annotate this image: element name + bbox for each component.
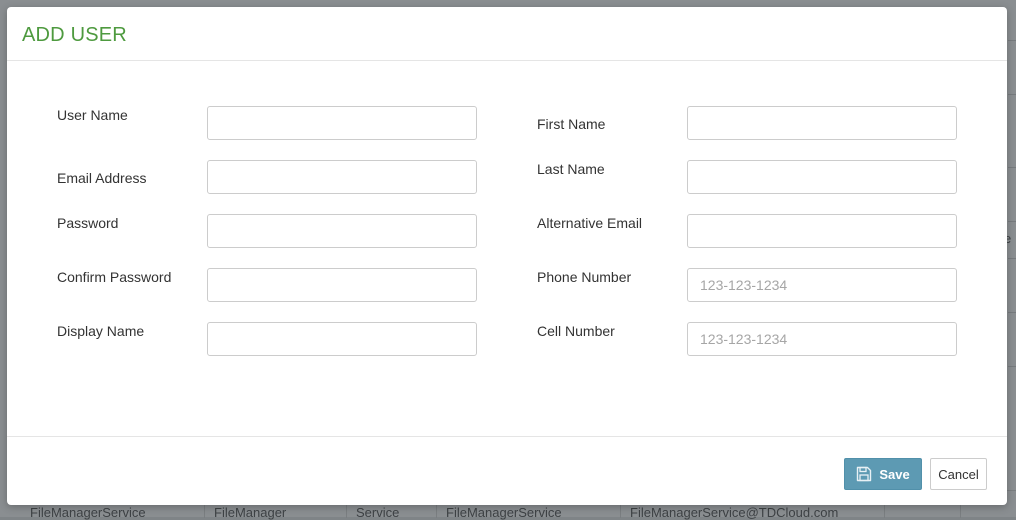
user-name-label: User Name [57,107,128,123]
cancel-button[interactable]: Cancel [930,458,987,490]
cancel-button-label: Cancel [938,466,979,482]
background-divider [1008,312,1016,313]
background-cell: FileManagerService [446,505,562,520]
display-name-input[interactable] [207,322,477,356]
dialog-title: ADD USER [22,24,127,46]
last-name-label: Last Name [537,161,605,177]
background-divider [1008,40,1016,41]
last-name-input[interactable] [687,160,957,194]
background-divider [1008,167,1016,168]
dialog-footer: Save Cancel [7,436,1007,506]
dialog-header: ADD USER [7,7,1007,61]
display-name-label: Display Name [57,323,145,339]
background-cell: FileManagerService [30,505,146,520]
first-name-input[interactable] [687,106,957,140]
background-cell: Service [356,505,400,520]
floppy-disk-icon [856,466,872,482]
first-name-label: First Name [537,116,606,132]
cell-number-input[interactable] [687,322,957,356]
background-divider [1008,258,1016,259]
email-address-label: Email Address [57,170,147,186]
user-name-input[interactable] [207,106,477,140]
save-button[interactable]: Save [844,458,922,490]
confirm-password-label: Confirm Password [57,269,172,285]
password-label: Password [57,215,119,231]
email-address-input[interactable] [207,160,477,194]
background-divider [1008,94,1016,95]
phone-number-input[interactable] [687,268,957,302]
alternative-email-label: Alternative Email [537,215,643,231]
background-cell: FileManagerService@TDCloud.com [630,505,839,520]
phone-number-label: Phone Number [537,269,632,285]
cell-number-label: Cell Number [537,323,615,339]
password-input[interactable] [207,214,477,248]
add-user-dialog: ADD USER User Name Email Address Passwor… [7,7,1007,505]
background-divider [1008,366,1016,367]
background-divider [1008,221,1016,222]
background-cell: FileManager [214,505,287,520]
confirm-password-input[interactable] [207,268,477,302]
alternative-email-input[interactable] [687,214,957,248]
save-button-label: Save [879,466,910,482]
